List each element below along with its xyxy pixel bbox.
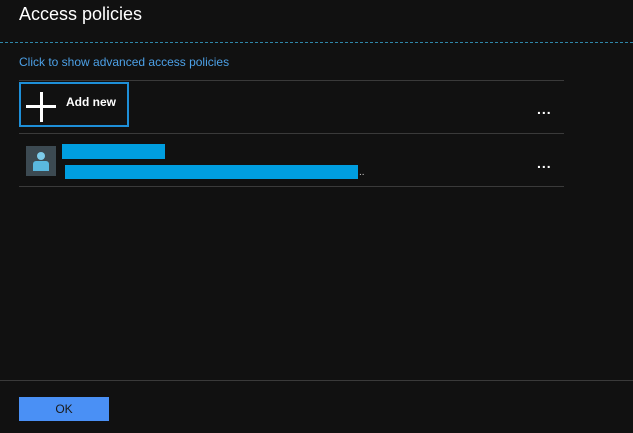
redacted-name (62, 144, 165, 159)
toolbar-more-icon[interactable]: ... (537, 102, 552, 116)
row-more-icon[interactable]: ... (537, 156, 552, 170)
title-divider (0, 42, 633, 43)
user-icon-body (33, 161, 49, 171)
user-icon-head (37, 152, 45, 160)
list-item[interactable]: .. ... (19, 134, 564, 186)
list-bottom-divider (19, 186, 564, 187)
avatar (26, 146, 56, 176)
add-new-label: Add new (66, 95, 116, 109)
page-title: Access policies (19, 4, 143, 24)
footer-divider (0, 380, 633, 381)
list-top-divider (19, 80, 564, 81)
ok-button[interactable]: OK (19, 397, 109, 421)
plus-icon (26, 92, 56, 122)
truncation-ellipsis: .. (359, 167, 365, 178)
redacted-email (65, 165, 358, 179)
advanced-access-policies-link[interactable]: Click to show advanced access policies (19, 55, 229, 69)
add-new-button[interactable]: Add new (19, 82, 129, 127)
